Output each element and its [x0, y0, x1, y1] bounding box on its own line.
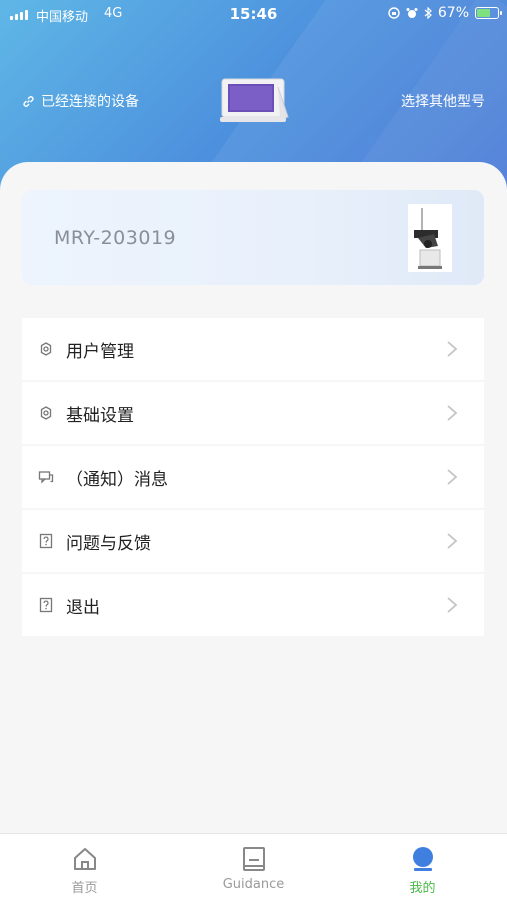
chevron-right-icon [447, 341, 458, 357]
connected-device-link[interactable]: 已经连接的设备 [22, 91, 139, 111]
device-card[interactable]: MRY-203019 [22, 190, 484, 285]
select-model-link[interactable]: 选择其他型号 [401, 91, 485, 111]
chevron-right-icon [447, 469, 458, 485]
tab-guidance[interactable]: Guidance [169, 834, 338, 900]
connected-label: 已经连接的设备 [41, 94, 139, 110]
device-model: MRY-203019 [54, 227, 177, 249]
menu-item-label: 用户管理 [66, 341, 134, 362]
tab-home[interactable]: 首页 [0, 834, 169, 900]
menu-item-feedback[interactable]: 问题与反馈 [22, 510, 484, 572]
menu-item-label: 退出 [66, 597, 100, 618]
profile-icon [413, 847, 433, 871]
alarm-icon [406, 8, 418, 18]
rotation-lock-icon [388, 7, 400, 19]
tab-label: 我的 [409, 881, 436, 896]
question-icon [39, 533, 53, 549]
tab-label: Guidance [222, 877, 285, 892]
settings-menu: 用户管理 基础设置 （通知）消息 问题与反馈 退出 [22, 318, 484, 638]
device-thumbnail [408, 204, 452, 272]
battery-fill [477, 9, 490, 17]
battery-percent: 67% [437, 5, 469, 21]
status-icons: 67% [388, 5, 502, 21]
question-icon [39, 597, 53, 613]
menu-item-user-management[interactable]: 用户管理 [22, 318, 484, 380]
chevron-right-icon [447, 597, 458, 613]
menu-item-logout[interactable]: 退出 [22, 574, 484, 636]
link-icon [23, 95, 34, 107]
menu-item-label: （通知）消息 [66, 469, 168, 490]
menu-item-basic-settings[interactable]: 基础设置 [22, 382, 484, 444]
status-bar: 中国移动 4G 15:46 67% [0, 0, 507, 30]
menu-item-label: 基础设置 [66, 405, 134, 426]
battery-icon [475, 7, 502, 19]
bottom-tab-bar: 首页 Guidance 我的 [0, 833, 507, 900]
home-icon [74, 848, 96, 870]
chevron-right-icon [447, 533, 458, 549]
tab-label: 首页 [71, 881, 98, 896]
device-image [220, 78, 289, 122]
chevron-right-icon [447, 405, 458, 421]
message-icon [38, 471, 54, 484]
gear-icon [40, 342, 52, 356]
book-icon [243, 847, 265, 871]
menu-item-notifications[interactable]: （通知）消息 [22, 446, 484, 508]
bluetooth-icon [424, 7, 432, 19]
tab-profile[interactable]: 我的 [338, 834, 507, 900]
menu-item-label: 问题与反馈 [66, 533, 151, 554]
gear-icon [40, 406, 52, 420]
